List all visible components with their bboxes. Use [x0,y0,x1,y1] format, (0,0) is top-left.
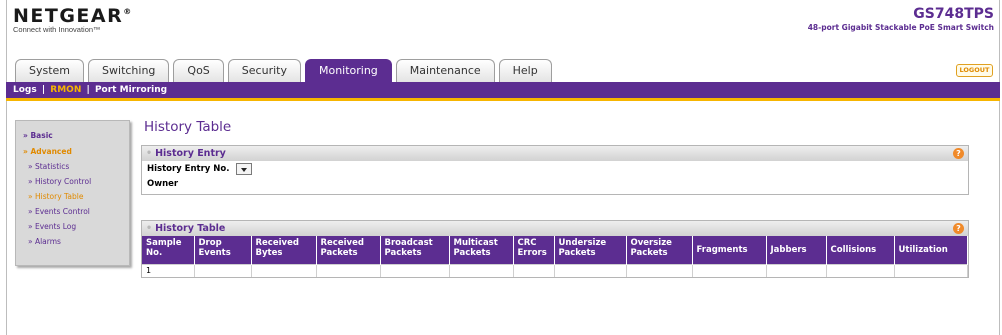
column-header: Drop Events [194,236,252,264]
section-bullet: • [146,223,153,234]
side-menu-advanced[interactable]: » Advanced [16,146,129,157]
page-title: History Table [144,119,232,135]
product-description: 48-port Gigabit Stackable PoE Smart Swit… [807,23,994,32]
help-icon[interactable]: ? [953,223,964,234]
tab-security[interactable]: Security [227,59,301,82]
side-menu-basic[interactable]: » Basic [16,130,129,141]
table-header-row: Sample No. Drop Events Received Bytes Re… [142,236,968,264]
column-header: Undersize Packets [554,236,627,264]
subnav-logs[interactable]: Logs [13,85,37,95]
brand-name: NETGEAR [13,5,124,27]
tab-maintenance[interactable]: Maintenance [395,59,495,82]
history-table-header: • History Table ? [142,221,968,236]
side-menu-history-control[interactable]: » History Control [16,176,129,187]
help-icon[interactable]: ? [953,148,964,159]
subnav-separator: | [41,85,46,95]
column-header: Received Packets [316,236,381,264]
subnav-rmon[interactable]: RMON [50,85,81,95]
column-header: CRC Errors [513,236,555,264]
column-header: Received Bytes [251,236,317,264]
table-cell [316,263,381,277]
table-cell [826,263,895,277]
logout-button[interactable]: LOGOUT [956,64,993,77]
table-cell [626,263,693,277]
brand-mark: ® [123,7,132,16]
history-entry-title: History Entry [155,148,226,159]
subnav-separator: | [86,85,90,95]
column-header: Multicast Packets [449,236,514,264]
tab-help[interactable]: Help [498,59,552,82]
table-cell [692,263,767,277]
table-cell [894,263,968,277]
chevron-down-icon [241,168,247,172]
history-table-title: History Table [155,223,226,234]
tab-switching[interactable]: Switching [88,59,170,82]
table-cell: 1 [142,263,195,277]
side-menu-history-table[interactable]: » History Table [16,191,129,202]
history-table-panel: • History Table ? Sample No. Drop Events … [141,220,969,278]
column-header: Collisions [826,236,895,264]
sub-navigation: Logs | RMON | Port Mirroring [6,82,1000,101]
column-header: Jabbers [766,236,827,264]
column-header: Oversize Packets [626,236,693,264]
side-menu-events-log[interactable]: » Events Log [16,221,129,232]
side-menu: » Basic » Advanced » Statistics » Histor… [15,120,130,266]
product-info: GS748TPS 48-port Gigabit Stackable PoE S… [808,6,994,32]
column-header: Sample No. [142,236,195,264]
owner-label: Owner [147,179,179,189]
subnav-port-mirroring[interactable]: Port Mirroring [95,85,167,95]
tab-qos[interactable]: QoS [173,59,224,82]
table-cell [380,263,450,277]
main-tabs: System Switching QoS Security Monitoring… [15,59,556,82]
history-entry-panel: • History Entry ? History Entry No. Owner [141,145,969,195]
history-entry-header: • History Entry ? [142,146,968,161]
product-model: GS748TPS [913,6,994,22]
column-header: Utilization [894,236,968,264]
side-menu-statistics[interactable]: » Statistics [16,161,129,172]
column-header: Fragments [692,236,767,264]
history-table: Sample No. Drop Events Received Bytes Re… [142,236,968,277]
history-entry-no-select[interactable] [236,163,252,175]
table-cell [194,263,252,277]
column-header: Broadcast Packets [380,236,450,264]
side-menu-alarms[interactable]: » Alarms [16,236,129,247]
table-cell [513,263,555,277]
history-entry-no-row: History Entry No. [142,162,968,177]
history-entry-no-label: History Entry No. [147,164,230,174]
tab-system[interactable]: System [15,59,85,82]
table-cell [766,263,827,277]
table-cell [251,263,317,277]
tab-monitoring[interactable]: Monitoring [304,59,392,82]
section-bullet: • [146,148,153,159]
table-cell [449,263,514,277]
owner-row: Owner [142,177,968,194]
netgear-logo: NETGEAR® Connect with Innovation™ [13,5,131,34]
side-menu-events-control[interactable]: » Events Control [16,206,129,217]
table-row: 1 [142,263,968,277]
table-cell [554,263,627,277]
